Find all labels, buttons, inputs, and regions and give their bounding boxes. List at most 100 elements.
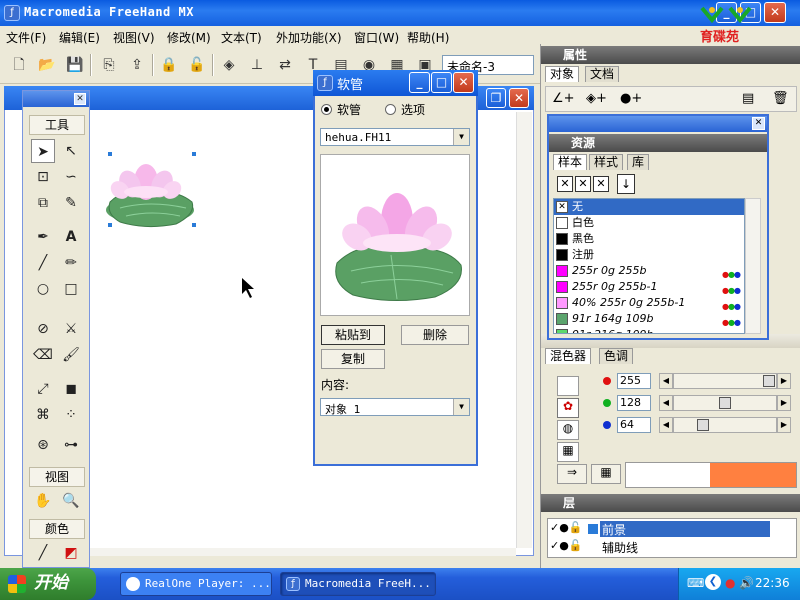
freehand-app-icon[interactable]: ƒ	[4, 5, 20, 21]
keyboard-icon[interactable]: ⌨	[687, 576, 704, 590]
layer-name-guides[interactable]: 辅助线	[600, 539, 638, 556]
trace-tool-icon[interactable]: ⧉	[31, 191, 55, 215]
menu-view[interactable]: 视图(V)	[113, 29, 155, 46]
group-icon[interactable]: ◈	[218, 54, 240, 76]
red-decrease-button[interactable]: ◀	[659, 373, 673, 389]
volume-icon[interactable]: 🔊	[739, 576, 754, 590]
ellipse-tool-icon[interactable]: ○	[31, 277, 55, 301]
menu-file[interactable]: 文件(F)	[6, 29, 46, 46]
visible-check-icon[interactable]: ✓●🔓	[550, 539, 583, 552]
subselect-tool-icon[interactable]: ↖	[59, 139, 83, 163]
hose-minimize-button[interactable]: _	[409, 72, 430, 93]
pointer-tool-icon[interactable]: ➤	[31, 139, 55, 163]
zoom-tool-icon[interactable]: 🔍	[59, 489, 83, 513]
assets-title-bar[interactable]: 资源	[549, 134, 767, 152]
pen-tool-icon[interactable]: ✒	[31, 225, 55, 249]
layers-panel-header[interactable]: 层	[541, 494, 800, 512]
close-icon[interactable]: ✕	[74, 93, 86, 105]
horizontal-scrollbar[interactable]	[90, 548, 516, 556]
realone-tray-icon[interactable]: ●	[725, 576, 735, 590]
envelope-tool-icon[interactable]: ⌘	[31, 403, 55, 427]
task-realone[interactable]: RealOne Player: ...	[120, 572, 272, 596]
duplicate-icon[interactable]: ▤	[742, 91, 754, 106]
menu-xtras[interactable]: 外加功能(X)	[276, 29, 342, 46]
swatch-row[interactable]: 黑色	[554, 231, 744, 247]
content-select[interactable]: 对象 1 ▼	[320, 398, 470, 416]
menu-edit[interactable]: 编辑(E)	[59, 29, 100, 46]
none-both-icon[interactable]: ✕	[593, 176, 609, 192]
copy-button[interactable]: 复制	[321, 349, 385, 369]
none-stroke-icon[interactable]: ✕	[575, 176, 591, 192]
green-value-field[interactable]: 128	[617, 395, 651, 411]
tab-library[interactable]: 库	[627, 154, 650, 170]
menu-text[interactable]: 文本(T)	[221, 29, 262, 46]
menu-help[interactable]: 帮助(H)	[407, 29, 449, 46]
new-file-icon[interactable]: 🗋	[8, 54, 30, 76]
cmyk-mode-icon[interactable]	[557, 376, 579, 396]
line-tool-icon[interactable]: ╱	[31, 251, 55, 275]
hose-tool-icon[interactable]: ⊘	[31, 317, 55, 341]
layer-row[interactable]: ✓●🔓 辅助线	[548, 539, 796, 555]
add-effect-icon[interactable]: ●+	[620, 91, 642, 106]
swatch-row[interactable]: 255r 0g 255b-1 ●●●	[554, 279, 744, 295]
lasso-tool-icon[interactable]: ∽	[59, 165, 83, 189]
import-arrow-icon[interactable]: ↓	[617, 174, 635, 194]
red-value-field[interactable]: 255	[617, 373, 651, 389]
hose-file-select[interactable]: hehua.FH11 ▼	[320, 128, 470, 146]
blue-decrease-button[interactable]: ◀	[659, 417, 673, 433]
hose-dialog-titlebar[interactable]: ƒ 软管 _ □ ✕	[313, 70, 478, 96]
add-to-swatches-icon[interactable]: ⇒	[557, 464, 587, 484]
visible-check-icon[interactable]: ✓●🔓	[550, 521, 583, 534]
none-fill-icon[interactable]: ✕	[557, 176, 573, 192]
blue-increase-button[interactable]: ▶	[777, 417, 791, 433]
stroke-color-icon[interactable]: ╱	[31, 541, 55, 565]
page-tool-icon[interactable]: ⊡	[31, 165, 55, 189]
start-button[interactable]: 开始	[0, 568, 96, 600]
doc-restore-button[interactable]: ❐	[486, 88, 506, 108]
tab-swatches[interactable]: 样本	[553, 154, 588, 170]
transform-icon[interactable]: ⇄	[274, 54, 296, 76]
save-icon[interactable]: 💾	[64, 54, 86, 76]
eyedropper-tool-icon[interactable]: ✎	[59, 191, 83, 215]
add-stroke-icon[interactable]: ∠+	[552, 91, 575, 106]
hand-tool-icon[interactable]: ✋	[31, 489, 55, 513]
red-increase-button[interactable]: ▶	[777, 373, 791, 389]
blue-slider[interactable]	[673, 417, 777, 433]
green-decrease-button[interactable]: ◀	[659, 395, 673, 411]
red-slider-thumb[interactable]	[763, 375, 775, 387]
layer-name-foreground[interactable]: 前景	[600, 521, 770, 537]
doc-close-button[interactable]: ✕	[509, 88, 529, 108]
tools-panel-header[interactable]: ✕	[23, 91, 89, 107]
hose-mode-radio[interactable]	[321, 104, 332, 115]
green-slider-thumb[interactable]	[719, 397, 731, 409]
shadow-tool-icon[interactable]: ◼	[59, 377, 83, 401]
rgb-mode-icon[interactable]: ✿	[557, 398, 579, 418]
lock-icon[interactable]: 🔒	[158, 54, 180, 76]
delete-button[interactable]: 删除	[401, 325, 469, 345]
close-button[interactable]: ✕	[764, 2, 786, 23]
brush-tool-icon[interactable]: 🖌	[59, 343, 83, 367]
swatch-row[interactable]: 白色	[554, 215, 744, 231]
import-icon[interactable]: ⎘	[98, 54, 120, 76]
blue-value-field[interactable]: 64	[617, 417, 651, 433]
unlock-icon[interactable]: 🔓	[186, 54, 208, 76]
export-icon[interactable]: ⇪	[126, 54, 148, 76]
swatch-row[interactable]: 注册	[554, 247, 744, 263]
swatches-scrollbar[interactable]	[745, 198, 761, 334]
hose-close-button[interactable]: ✕	[453, 72, 474, 93]
paste-in-button[interactable]: 粘贴到	[321, 325, 385, 345]
tab-object[interactable]: 对象	[545, 66, 580, 82]
swatch-grid-icon[interactable]: ▦	[591, 464, 621, 484]
system-color-icon[interactable]: ▦	[557, 442, 579, 462]
menu-window[interactable]: 窗口(W)	[354, 29, 399, 46]
red-slider[interactable]	[673, 373, 777, 389]
add-fill-icon[interactable]: ◈+	[586, 91, 607, 106]
blue-slider-thumb[interactable]	[697, 419, 709, 431]
tab-styles[interactable]: 样式	[589, 154, 624, 170]
chevron-left-icon[interactable]: ❮	[705, 574, 721, 590]
vertical-scrollbar[interactable]	[516, 112, 532, 548]
blend-tool-icon[interactable]: ⁘	[59, 403, 83, 427]
symbol-tool-icon[interactable]: ⊛	[31, 433, 55, 457]
hose-maximize-button[interactable]: □	[431, 72, 452, 93]
swatch-row[interactable]: ✕ 无	[554, 199, 744, 215]
